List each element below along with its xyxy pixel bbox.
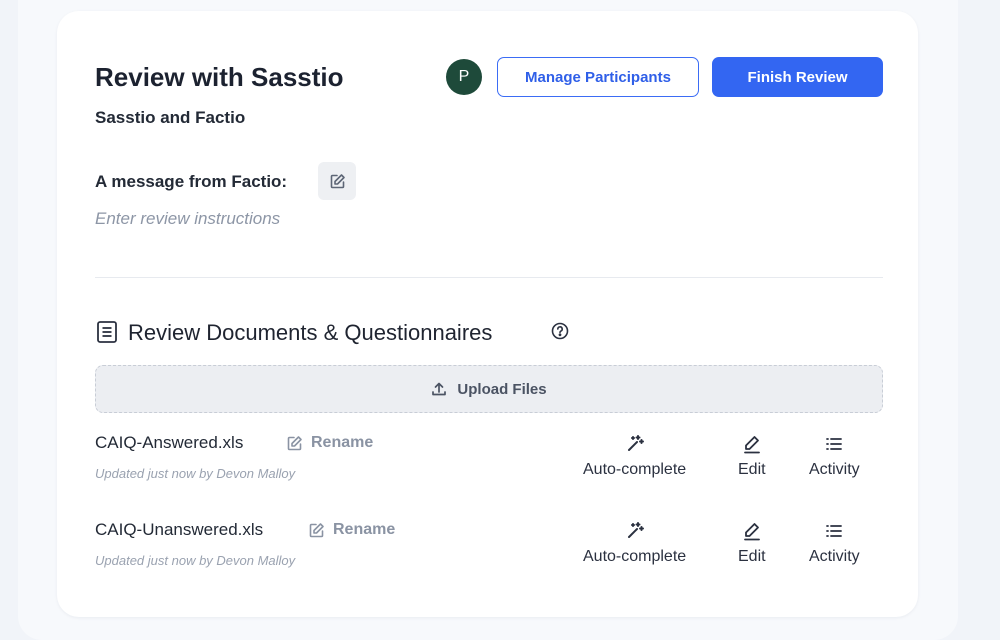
finish-review-button[interactable]: Finish Review [712, 57, 883, 97]
edit-message-button[interactable] [318, 162, 356, 200]
review-subtitle: Sasstio and Factio [95, 108, 246, 127]
edit-label: Edit [738, 461, 766, 478]
page-title: Review with Sasstio [95, 62, 344, 92]
file-name[interactable]: CAIQ-Answered.xls [95, 433, 243, 453]
upload-label: Upload Files [457, 380, 547, 398]
activity-label: Activity [809, 548, 860, 565]
divider [95, 277, 883, 278]
review-card: Review with Sasstio Sasstio and Factio P… [57, 11, 918, 617]
rename-label: Rename [333, 521, 396, 538]
list-icon [826, 525, 843, 537]
edit-button[interactable]: Edit [738, 433, 766, 479]
upload-icon [432, 382, 447, 396]
help-icon[interactable] [550, 321, 570, 341]
auto-complete-label: Auto-complete [583, 548, 687, 565]
auto-complete-button[interactable]: Auto-complete [583, 520, 686, 566]
avatar[interactable]: P [446, 59, 482, 95]
rename-label: Rename [311, 434, 374, 451]
edit-icon [309, 522, 324, 537]
auto-complete-button[interactable]: Auto-complete [583, 433, 686, 479]
review-instructions-input[interactable]: Enter review instructions [95, 209, 280, 229]
manage-participants-button[interactable]: Manage Participants [497, 57, 699, 97]
updated-text: Updated just now by Devon Malloy [95, 466, 296, 481]
magic-wand-icon [627, 435, 644, 451]
list-item: CAIQ-Answered.xls Rename Updated just no… [95, 433, 883, 503]
list-icon [826, 438, 843, 450]
updated-text: Updated just now by Devon Malloy [95, 553, 296, 568]
pencil-icon [743, 436, 760, 454]
message-label: A message from Factio: [95, 172, 288, 191]
section-title: Review Documents & Questionnaires [128, 320, 493, 345]
activity-label: Activity [809, 461, 860, 478]
magic-wand-icon [627, 522, 644, 538]
avatar-initial: P [458, 68, 470, 85]
file-name[interactable]: CAIQ-Unanswered.xls [95, 520, 263, 540]
pencil-icon [743, 523, 760, 541]
edit-icon [287, 435, 302, 450]
auto-complete-label: Auto-complete [583, 461, 687, 478]
list-item: CAIQ-Unanswered.xls Rename Updated just … [95, 520, 883, 590]
activity-button[interactable]: Activity [809, 433, 860, 479]
document-icon [97, 321, 117, 343]
edit-label: Edit [738, 548, 766, 565]
activity-button[interactable]: Activity [809, 520, 860, 566]
upload-files-button[interactable]: Upload Files [95, 365, 883, 413]
rename-button[interactable]: Rename [308, 521, 395, 539]
edit-button[interactable]: Edit [738, 520, 766, 566]
edit-icon [330, 173, 345, 188]
rename-button[interactable]: Rename [286, 434, 373, 452]
